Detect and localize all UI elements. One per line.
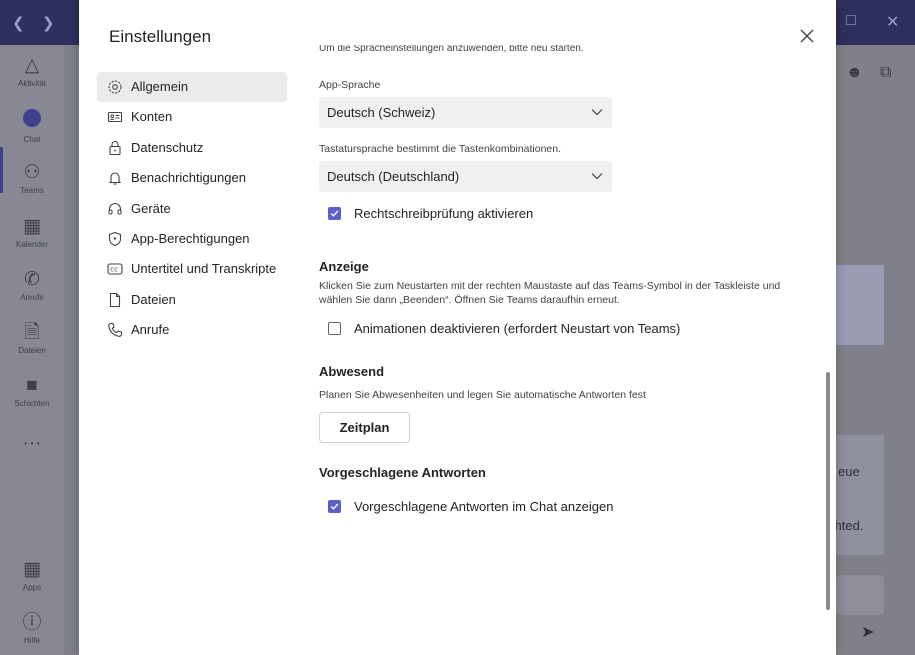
- app-language-label: App-Sprache: [319, 79, 381, 91]
- forward-icon[interactable]: ❯: [42, 14, 55, 32]
- suggested-replies-section-title: Vorgeschlagene Antworten: [319, 465, 486, 480]
- nav-label: App-Berechtigungen: [131, 230, 250, 246]
- close-button[interactable]: [796, 25, 818, 47]
- chevron-down-icon: [591, 109, 603, 116]
- rail-item-calendar[interactable]: ▦ Kalender: [0, 216, 64, 249]
- calendar-icon: ▦: [23, 216, 41, 237]
- gear-icon: [107, 79, 123, 95]
- chevron-down-icon: [591, 173, 603, 180]
- suggested-replies-label: Vorgeschlagene Antworten im Chat anzeige…: [354, 499, 614, 514]
- back-icon[interactable]: ❮: [12, 14, 25, 32]
- language-restart-hint: Um die Spracheinstellungen anzuwenden, b…: [319, 45, 584, 54]
- rail-item-calls[interactable]: ✆ Anrufe: [0, 269, 64, 302]
- help-icon: ⓘ: [22, 612, 42, 633]
- spellcheck-label: Rechtschreibprüfung aktivieren: [354, 206, 534, 221]
- teams-icon: ⚇: [23, 162, 41, 183]
- chat-icon: [0, 109, 64, 133]
- nav-item-general[interactable]: Allgemein: [97, 72, 287, 102]
- apps-icon: ▦: [23, 559, 41, 580]
- nav-label: Datenschutz: [131, 139, 204, 155]
- rail-item-activity[interactable]: △ Aktivität: [0, 55, 64, 88]
- animations-checkbox[interactable]: [328, 322, 341, 335]
- bell-icon: △: [24, 55, 40, 76]
- settings-dialog: Einstellungen Allgemein Konten Datenschu…: [79, 0, 836, 655]
- nav-item-devices[interactable]: Geräte: [97, 194, 287, 224]
- nav-item-accounts[interactable]: Konten: [97, 102, 287, 132]
- send-icon[interactable]: ➤: [861, 622, 874, 642]
- people-settings-icon[interactable]: ☻: [846, 64, 863, 82]
- rail-item-help[interactable]: ⓘ Hilfe: [0, 612, 64, 645]
- file-icon: [107, 292, 123, 308]
- svg-text:CC: CC: [110, 268, 118, 274]
- background-message-panel: [836, 265, 884, 345]
- keyboard-language-value: Deutsch (Deutschland): [327, 169, 460, 184]
- keyboard-language-label: Tastatursprache bestimmt die Tastenkombi…: [319, 143, 562, 155]
- checkmark-icon: [330, 210, 339, 217]
- id-card-icon: [107, 109, 123, 125]
- schedule-button[interactable]: Zeitplan: [319, 412, 410, 443]
- display-section-title: Anzeige: [319, 259, 369, 274]
- settings-nav: Allgemein Konten Datenschutz Benachricht…: [97, 72, 287, 346]
- nav-item-app-permissions[interactable]: App-Berechtigungen: [97, 224, 287, 254]
- nav-item-files[interactable]: Dateien: [97, 285, 287, 315]
- popout-icon[interactable]: ⧉: [880, 64, 891, 82]
- background-snippet-1: eue: [838, 464, 860, 479]
- headset-icon: [107, 201, 123, 217]
- background-compose-box[interactable]: [836, 575, 884, 615]
- close-icon: [800, 29, 814, 43]
- rail-item-chat[interactable]: Chat: [0, 109, 64, 144]
- nav-label: Anrufe: [131, 322, 170, 338]
- dialog-title: Einstellungen: [109, 27, 212, 46]
- app-rail: △ Aktivität Chat ⚇ Teams ▦ Kalender ✆ An…: [0, 45, 64, 655]
- keyboard-language-select[interactable]: Deutsch (Deutschland): [319, 161, 612, 192]
- bell-icon: [107, 170, 123, 186]
- nav-item-notifications[interactable]: Benachrichtigungen: [97, 163, 287, 193]
- animations-label: Animationen deaktivieren (erfordert Neus…: [354, 321, 681, 336]
- rail-item-shifts[interactable]: ■ Schichten: [0, 375, 64, 408]
- nav-item-calls[interactable]: Anrufe: [97, 315, 287, 345]
- nav-label: Dateien: [131, 291, 176, 307]
- nav-label: Geräte: [131, 200, 171, 216]
- settings-content: Um die Spracheinstellungen anzuwenden, b…: [319, 45, 809, 645]
- cc-icon: CC: [107, 261, 123, 277]
- rail-item-more[interactable]: ···: [0, 433, 64, 455]
- nav-label: Konten: [131, 109, 173, 125]
- rail-item-apps[interactable]: ▦ Apps: [0, 559, 64, 592]
- shield-icon: [107, 231, 123, 247]
- app-language-select[interactable]: Deutsch (Schweiz): [319, 97, 612, 128]
- app-language-value: Deutsch (Schweiz): [327, 105, 436, 120]
- nav-item-privacy[interactable]: Datenschutz: [97, 133, 287, 163]
- file-icon: 🗎: [24, 322, 40, 343]
- display-section-description: Klicken Sie zum Neustarten mit der recht…: [319, 280, 781, 306]
- suggested-replies-checkbox[interactable]: [328, 500, 341, 513]
- nav-label: Untertitel und Transkripte: [131, 261, 277, 277]
- checkmark-icon: [330, 503, 339, 510]
- maximize-icon[interactable]: □: [846, 12, 856, 30]
- more-icon: ···: [22, 433, 42, 454]
- rail-item-files[interactable]: 🗎 Dateien: [0, 322, 64, 355]
- content-scrollbar[interactable]: [826, 372, 830, 610]
- nav-label: Benachrichtigungen: [131, 170, 246, 186]
- phone-icon: [107, 322, 123, 338]
- phone-icon: ✆: [24, 269, 40, 290]
- close-window-icon[interactable]: ✕: [886, 12, 899, 32]
- rail-item-teams[interactable]: ⚇ Teams: [0, 162, 64, 195]
- shifts-icon: ■: [26, 375, 38, 396]
- lock-icon: [107, 140, 123, 156]
- away-section-description: Planen Sie Abwesenheiten und legen Sie a…: [319, 389, 646, 401]
- nav-label: Allgemein: [131, 79, 189, 94]
- background-message-panel-2: [836, 435, 884, 555]
- nav-item-captions[interactable]: CC Untertitel und Transkripte: [97, 254, 287, 284]
- away-section-title: Abwesend: [319, 364, 385, 379]
- spellcheck-checkbox[interactable]: [328, 207, 341, 220]
